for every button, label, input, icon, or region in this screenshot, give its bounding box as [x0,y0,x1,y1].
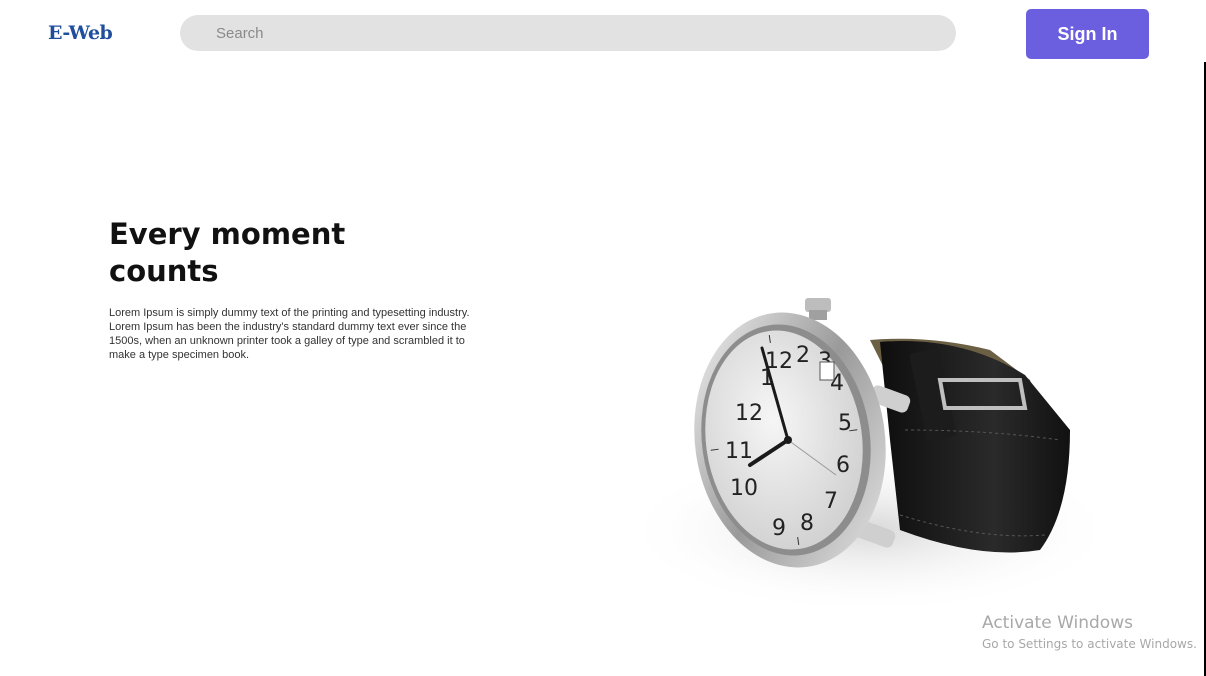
watch-image: 12 2 3 4 5 6 7 8 9 10 11 12 1 [620,298,1120,615]
svg-text:8: 8 [800,511,814,536]
sign-in-button[interactable]: Sign In [1026,9,1149,59]
svg-text:12: 12 [735,401,763,426]
svg-text:5: 5 [838,411,852,436]
svg-text:2: 2 [796,343,810,368]
hero-headline: Every moment counts [109,217,346,288]
search-input[interactable] [180,15,956,51]
svg-text:7: 7 [824,489,838,514]
activate-title: Activate Windows [982,613,1133,633]
logo[interactable]: E-Web [48,22,113,44]
svg-text:9: 9 [772,516,786,541]
svg-text:11: 11 [725,439,753,464]
svg-text:6: 6 [836,453,850,478]
svg-text:10: 10 [730,476,758,501]
activate-subtitle: Go to Settings to activate Windows. [982,637,1197,651]
activate-windows-watermark: Activate Windows Go to Settings to activ… [982,613,1197,651]
hero-description: Lorem Ipsum is simply dummy text of the … [109,307,470,361]
page: E-Web Sign In Every moment counts Lorem … [0,0,1206,676]
